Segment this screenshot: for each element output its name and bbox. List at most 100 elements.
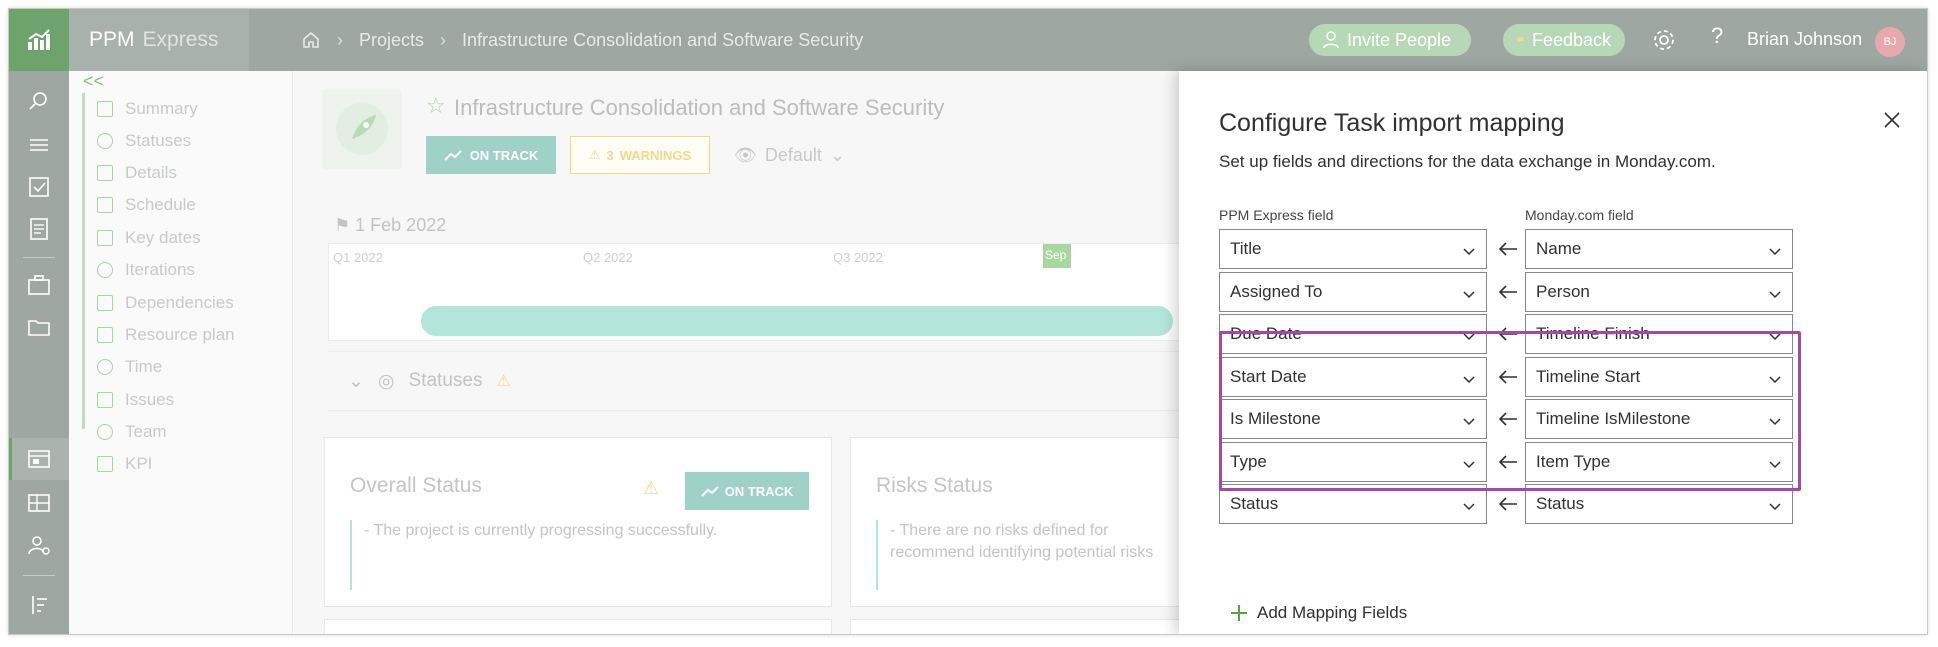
timeline-bar[interactable] xyxy=(421,306,1173,336)
dropdown-value: Due Date xyxy=(1230,324,1302,343)
kpi-icon xyxy=(97,456,113,472)
nav-item-label: Dependencies xyxy=(125,293,234,312)
add-mapping-label: Add Mapping Fields xyxy=(1257,603,1408,622)
ppm-field-dropdown[interactable]: Is Milestone xyxy=(1219,399,1487,439)
add-mapping-fields-button[interactable]: Add Mapping Fields xyxy=(1229,603,1407,623)
user-settings-icon[interactable] xyxy=(25,531,53,559)
nav-item-statuses[interactable]: Statuses xyxy=(97,131,191,151)
top-bar: PPM Express › Projects › Infrastructure … xyxy=(9,9,1927,71)
arrow-left-icon[interactable] xyxy=(1497,324,1519,344)
folder-icon[interactable] xyxy=(25,313,53,341)
collapse-nav-icon[interactable]: << xyxy=(83,71,104,92)
portfolio-icon[interactable] xyxy=(25,271,53,299)
nav-item-details[interactable]: Details xyxy=(97,163,177,183)
dropdown-value: Type xyxy=(1230,451,1267,471)
arrow-left-icon[interactable] xyxy=(1497,282,1519,302)
avatar[interactable]: BJ xyxy=(1875,27,1905,57)
nav-item-label: Issues xyxy=(125,390,175,409)
app-logo[interactable] xyxy=(9,9,69,71)
arrow-left-icon[interactable] xyxy=(1497,452,1519,472)
card-status-badge[interactable]: ON TRACK xyxy=(685,472,809,510)
nav-item-team[interactable]: Team xyxy=(97,422,167,442)
monday-field-dropdown[interactable]: Person xyxy=(1525,271,1793,312)
chevron-down-icon: ⌄ xyxy=(348,370,364,392)
gear-icon[interactable] xyxy=(1651,27,1677,53)
breadcrumb-current: Infrastructure Consolidation and Softwar… xyxy=(462,29,864,50)
nav-item-key-dates[interactable]: Key dates xyxy=(97,228,201,248)
nav-item-dependencies[interactable]: Dependencies xyxy=(97,293,234,313)
chevron-down-icon xyxy=(1768,371,1782,385)
feedback-button[interactable]: Feedback xyxy=(1503,24,1625,56)
rail-divider xyxy=(23,257,55,258)
card-title: Risks Status xyxy=(876,474,993,497)
quarter-label: Q1 2022 xyxy=(333,250,383,265)
rocket-icon xyxy=(336,103,388,155)
trend-up-icon xyxy=(700,486,719,497)
quarter-label: Q2 2022 xyxy=(583,250,633,265)
table-icon[interactable] xyxy=(25,489,53,517)
app-window: PPM Express › Projects › Infrastructure … xyxy=(8,8,1928,635)
arrow-left-icon[interactable] xyxy=(1497,494,1519,514)
monday-field-dropdown[interactable]: Timeline IsMilestone xyxy=(1525,399,1793,439)
chevron-down-icon xyxy=(1768,286,1782,300)
nav-item-label: Details xyxy=(125,163,177,182)
dependencies-icon xyxy=(97,295,113,311)
ppm-field-dropdown[interactable]: Due Date xyxy=(1219,314,1487,354)
invite-people-button[interactable]: Invite People xyxy=(1309,24,1471,56)
chevron-down-icon xyxy=(1768,328,1782,342)
nav-item-summary[interactable]: Summary xyxy=(97,99,198,119)
breadcrumb-projects[interactable]: Projects xyxy=(359,30,424,51)
user-name[interactable]: Brian Johnson xyxy=(1747,29,1862,50)
nav-item-kpi[interactable]: KPI xyxy=(97,454,152,474)
nav-item-iterations[interactable]: Iterations xyxy=(97,260,195,280)
ppm-field-dropdown[interactable]: Assigned To xyxy=(1219,271,1487,312)
issues-icon xyxy=(97,392,113,408)
favorite-star-icon[interactable]: ☆ xyxy=(426,93,446,119)
feedback-icon xyxy=(1517,37,1524,44)
project-status-badge[interactable]: ON TRACK xyxy=(426,136,556,174)
chevron-down-icon xyxy=(1768,456,1782,470)
close-icon[interactable] xyxy=(1881,109,1903,131)
checkbox-icon[interactable] xyxy=(25,173,53,201)
nav-item-issues[interactable]: Issues xyxy=(97,390,174,410)
statuses-section-header[interactable]: ⌄ ◎ Statuses ⚠ xyxy=(328,351,1184,411)
sort-icon[interactable] xyxy=(25,591,53,619)
search-icon[interactable] xyxy=(25,87,53,115)
ppm-field-dropdown[interactable]: Status xyxy=(1219,484,1487,524)
ppm-field-dropdown[interactable]: Title xyxy=(1219,229,1487,269)
projects-icon[interactable] xyxy=(25,445,53,473)
arrow-left-icon[interactable] xyxy=(1497,367,1519,387)
chevron-down-icon xyxy=(1768,243,1782,257)
arrow-left-icon[interactable] xyxy=(1497,239,1519,259)
left-rail xyxy=(9,71,69,634)
monday-field-dropdown[interactable]: Timeline Start xyxy=(1525,356,1793,397)
ppm-field-column-label: PPM Express field xyxy=(1219,207,1334,223)
import-mapping-panel: Configure Task import mapping Set up fie… xyxy=(1179,71,1927,634)
nav-item-schedule[interactable]: Schedule xyxy=(97,195,196,215)
time-icon xyxy=(97,359,113,375)
monday-field-dropdown[interactable]: Name xyxy=(1525,229,1793,269)
nav-item-label: Resource plan xyxy=(125,325,235,344)
monday-field-dropdown[interactable]: Status xyxy=(1525,484,1793,524)
chevron-down-icon xyxy=(1462,413,1476,427)
monday-field-dropdown[interactable]: Item Type xyxy=(1525,441,1793,482)
ppm-field-dropdown[interactable]: Type xyxy=(1219,441,1487,482)
nav-item-time[interactable]: Time xyxy=(97,357,162,377)
warnings-badge[interactable]: ⚠ 3 WARNINGS xyxy=(570,136,710,174)
ppm-field-dropdown[interactable]: Start Date xyxy=(1219,356,1487,397)
document-icon[interactable] xyxy=(25,215,53,243)
breadcrumb-separator-icon: › xyxy=(440,29,447,50)
nav-item-resource-plan[interactable]: Resource plan xyxy=(97,325,235,345)
home-icon[interactable] xyxy=(301,30,321,50)
help-icon[interactable]: ? xyxy=(1711,23,1723,49)
monday-field-dropdown[interactable]: Timeline Finish xyxy=(1525,314,1793,354)
arrow-left-icon[interactable] xyxy=(1497,409,1519,429)
menu-icon[interactable] xyxy=(25,131,53,159)
warnings-count: 3 xyxy=(606,147,614,163)
statuses-icon: ◎ xyxy=(377,370,395,392)
dropdown-value: Title xyxy=(1230,239,1262,258)
view-selector[interactable]: 👁 Default ⌄ xyxy=(734,145,845,166)
dropdown-value: Timeline IsMilestone xyxy=(1536,409,1691,428)
feedback-label: Feedback xyxy=(1531,29,1611,50)
resource-plan-icon xyxy=(97,327,113,343)
